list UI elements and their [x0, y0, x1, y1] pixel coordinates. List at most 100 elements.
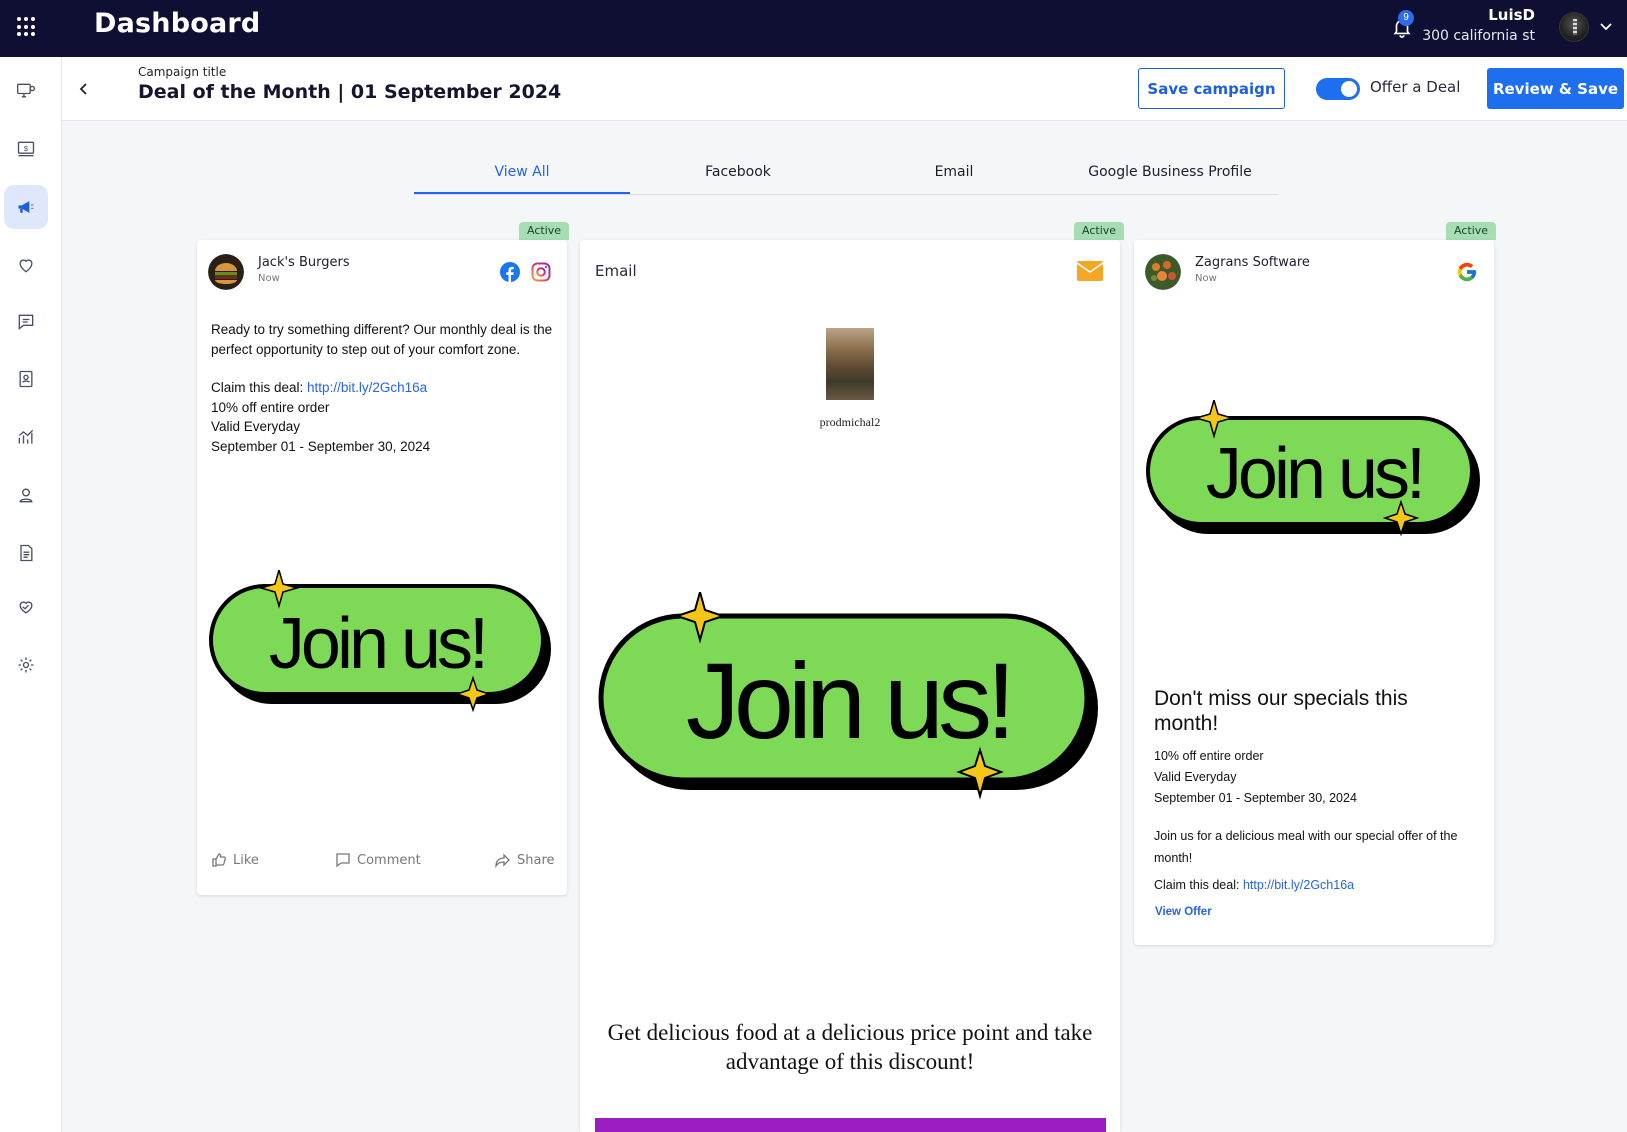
sidebar-item-monitor-settings[interactable]	[4, 69, 48, 113]
business-name: Zagrans Software	[1195, 255, 1310, 270]
join-us-text: Join us!	[686, 640, 1010, 761]
view-offer-link[interactable]: View Offer	[1155, 906, 1212, 918]
user-name[interactable]: LuisD	[1488, 6, 1535, 24]
claim-link[interactable]: http://bit.ly/2Gch16a	[307, 380, 427, 395]
status-badge: Active	[519, 222, 570, 240]
tab-view-all[interactable]: View All	[414, 155, 630, 194]
mail-icon	[1077, 261, 1103, 281]
comment-button[interactable]: Comment	[335, 852, 421, 868]
like-button[interactable]: Like	[211, 852, 259, 868]
offer-text: 10% off entire order	[211, 399, 330, 415]
offer-text: 10% off entire order	[1154, 749, 1264, 763]
top-bar: Dashboard 9 LuisD 300 california st	[0, 0, 1627, 57]
user-location[interactable]: 300 california st	[1422, 28, 1535, 44]
validity-text: Valid Everyday	[211, 419, 301, 434]
app-grid-icon[interactable]	[17, 17, 37, 37]
sidebar-item-billing[interactable]: $	[4, 127, 48, 171]
claim-line: Claim this deal: http://bit.ly/2Gch16a	[211, 378, 556, 398]
status-badge: Active	[1074, 222, 1125, 240]
google-business-preview: Zagrans Software Now Join us! Don't miss…	[1134, 240, 1494, 945]
save-campaign-button[interactable]: Save campaign	[1138, 68, 1285, 109]
back-arrow-icon[interactable]	[74, 79, 94, 99]
comment-icon	[336, 853, 350, 868]
email-banner-strip	[595, 1118, 1106, 1132]
sidebar-item-messages[interactable]	[4, 300, 48, 344]
tab-google-business-profile[interactable]: Google Business Profile	[1062, 155, 1278, 194]
facebook-icon	[500, 262, 520, 282]
sidebar-item-loyalty[interactable]	[4, 585, 48, 629]
share-label: Share	[517, 852, 555, 868]
landscape-photo	[826, 328, 874, 400]
date-range: September 01 - September 30, 2024	[211, 438, 431, 454]
megaphone-icon	[18, 201, 34, 213]
heart-icon	[19, 259, 33, 273]
validity-text: Valid Everyday	[1154, 770, 1237, 784]
review-save-button[interactable]: Review & Save	[1487, 68, 1624, 109]
post-intro: Ready to try something different? Our mo…	[211, 322, 553, 357]
offer-title: Don't miss our specials this month!	[1154, 687, 1408, 735]
thumbs-up-icon	[212, 853, 226, 867]
post-actions: Like Comment Share	[197, 852, 567, 876]
email-tagline: Get delicious food at a delicious price …	[607, 1020, 1093, 1074]
sidebar-item-favorites[interactable]	[4, 243, 48, 287]
claim-label: Claim this deal:	[211, 380, 308, 395]
share-icon	[495, 853, 510, 868]
business-avatar	[208, 254, 244, 290]
share-button[interactable]: Share	[495, 852, 555, 868]
post-body: Ready to try something different? Our mo…	[211, 320, 556, 456]
svg-text:$: $	[24, 144, 29, 153]
email-header: Email	[595, 262, 637, 280]
avatar[interactable]	[1559, 12, 1589, 42]
sidebar-item-analytics[interactable]	[4, 415, 48, 459]
join-us-graphic: Join us!	[209, 570, 551, 713]
sidebar-item-contacts[interactable]	[4, 357, 48, 401]
business-avatar	[1145, 254, 1181, 290]
app-title: Dashboard	[94, 8, 261, 39]
contacts-icon	[19, 370, 33, 388]
join-us-text: Join us!	[269, 604, 485, 684]
join-us-text: Join us!	[1206, 434, 1422, 514]
join-us-graphic: Join us!	[1146, 400, 1480, 537]
like-label: Like	[233, 852, 259, 868]
notification-count-badge: 9	[1398, 10, 1414, 26]
sidebar-item-settings[interactable]	[4, 643, 48, 687]
analytics-icon	[18, 429, 34, 444]
chevron-down-icon[interactable]	[1598, 18, 1614, 34]
status-badge: Active	[1446, 222, 1497, 240]
google-icon	[1457, 262, 1477, 282]
sidebar-item-support[interactable]	[4, 473, 48, 517]
offer-details: 10% off entire order Valid Everyday Sept…	[1154, 746, 1357, 809]
photo-caption: prodmichal2	[819, 415, 881, 429]
claim-label: Claim this deal:	[1154, 878, 1243, 892]
join-us-graphic: Join us!	[598, 592, 1098, 800]
sidebar-item-campaigns[interactable]	[4, 185, 48, 229]
sidebar-item-documents[interactable]	[4, 531, 48, 575]
business-name: Jack's Burgers	[258, 255, 350, 270]
comment-label: Comment	[357, 852, 421, 868]
tab-facebook[interactable]: Facebook	[630, 155, 846, 194]
email-preview: Email prodmichal2 Join us! Get delicious…	[580, 240, 1120, 1132]
sidebar: $	[0, 57, 62, 1132]
campaign-header: Campaign title Deal of the Month | 01 Se…	[62, 57, 1627, 121]
offer-deal-label: Offer a Deal	[1370, 78, 1461, 96]
instagram-icon	[531, 262, 551, 282]
post-time: Now	[1195, 273, 1217, 284]
offer-deal-toggle[interactable]	[1316, 78, 1360, 100]
settings-icon	[18, 657, 34, 673]
monitor-settings-icon	[17, 83, 35, 98]
claim-line: Claim this deal: http://bit.ly/2Gch16a	[1154, 878, 1354, 892]
tab-email[interactable]: Email	[846, 155, 1062, 194]
channel-tabs: View All Facebook Email Google Business …	[414, 155, 1278, 195]
facebook-post-preview: Jack's Burgers Now Ready to try somethin…	[197, 240, 567, 895]
campaign-title-label: Campaign title	[138, 65, 227, 79]
handshake-heart-icon	[19, 601, 33, 614]
claim-link[interactable]: http://bit.ly/2Gch16a	[1243, 878, 1354, 892]
date-range: September 01 - September 30, 2024	[1154, 791, 1357, 805]
campaign-title[interactable]: Deal of the Month | 01 September 2024	[138, 81, 561, 103]
offer-description: Join us for a delicious meal with our sp…	[1154, 829, 1458, 865]
post-time: Now	[258, 273, 280, 284]
document-icon	[20, 544, 33, 562]
user-support-icon	[19, 488, 33, 503]
chat-icon	[18, 314, 34, 331]
billing-icon: $	[17, 141, 35, 157]
